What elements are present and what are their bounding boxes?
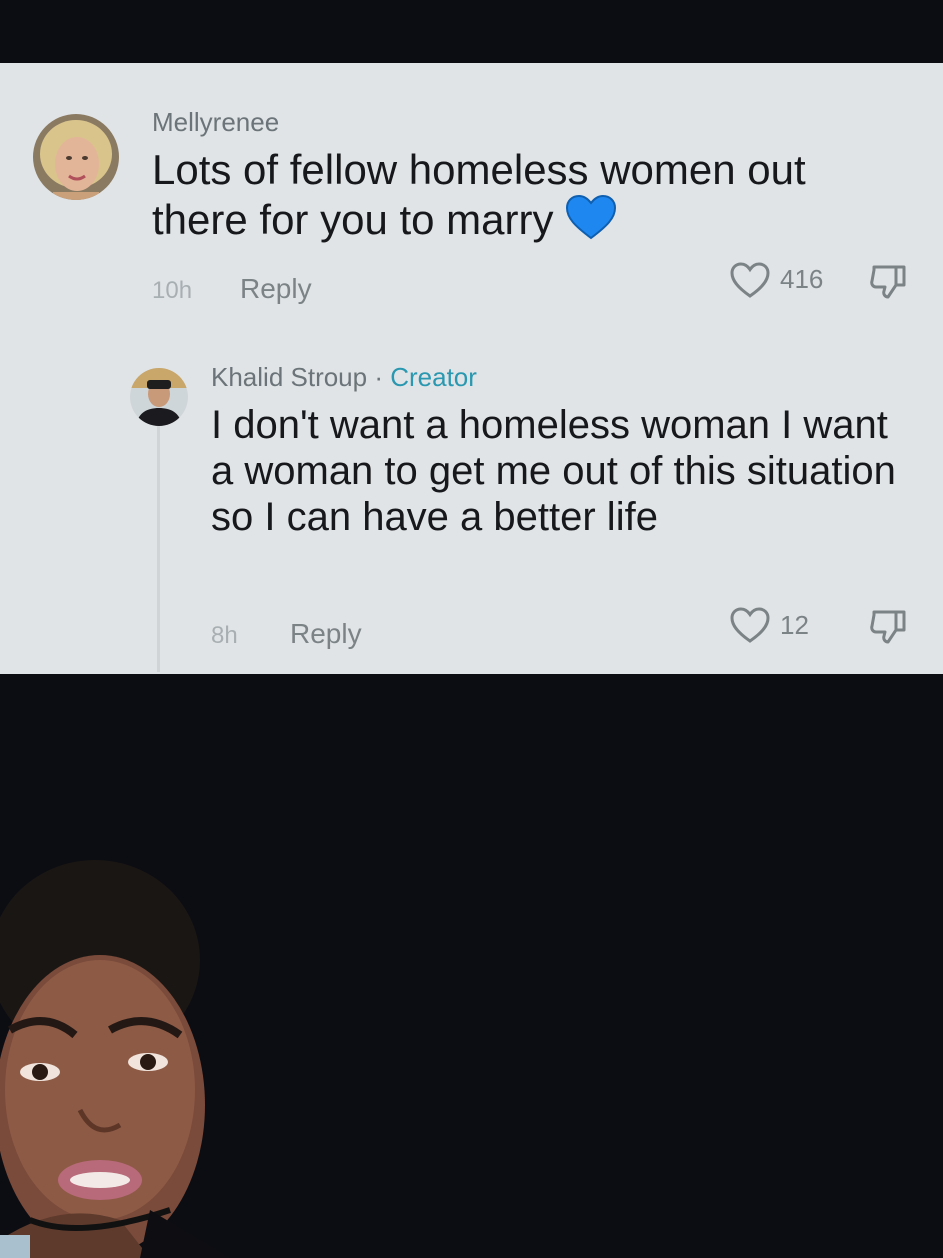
reply-username-line: Khalid Stroup · Creator — [211, 362, 477, 393]
heart-outline-icon[interactable] — [729, 261, 771, 304]
reply-reply-button[interactable]: Reply — [290, 618, 362, 650]
comment-timestamp: 10h — [152, 277, 193, 304]
avatar-image — [33, 114, 119, 200]
reply-timestamp: 8h — [211, 622, 238, 649]
comment-text: Lots of fellow homeless women out there … — [152, 146, 892, 250]
thread-line — [157, 392, 160, 672]
heart-outline-icon[interactable] — [729, 606, 771, 649]
thumbs-down-icon[interactable] — [868, 261, 910, 306]
reply-text: I don't want a homeless woman I want a w… — [211, 403, 896, 539]
reply-username[interactable]: Khalid Stroup — [211, 362, 367, 392]
mellyrenee-avatar[interactable] — [33, 114, 119, 200]
presenter-face-image — [0, 840, 335, 1258]
blue-heart-emoji — [565, 194, 617, 250]
comment-body: Lots of fellow homeless women out there … — [152, 146, 806, 243]
comment-username[interactable]: Mellyrenee — [152, 107, 279, 138]
creator-badge: Creator — [390, 362, 477, 392]
separator-dot: · — [367, 362, 391, 392]
avatar-image — [130, 368, 188, 426]
presenter-video — [0, 840, 335, 1258]
comments-panel: Mellyrenee Lots of fellow homeless women… — [0, 63, 943, 674]
khalid-avatar[interactable] — [130, 368, 188, 426]
thumbs-down-icon[interactable] — [868, 606, 910, 651]
reply-like-count: 12 — [780, 610, 809, 640]
comment-like-count: 416 — [780, 264, 824, 294]
comment-reply-button[interactable]: Reply — [240, 273, 312, 305]
